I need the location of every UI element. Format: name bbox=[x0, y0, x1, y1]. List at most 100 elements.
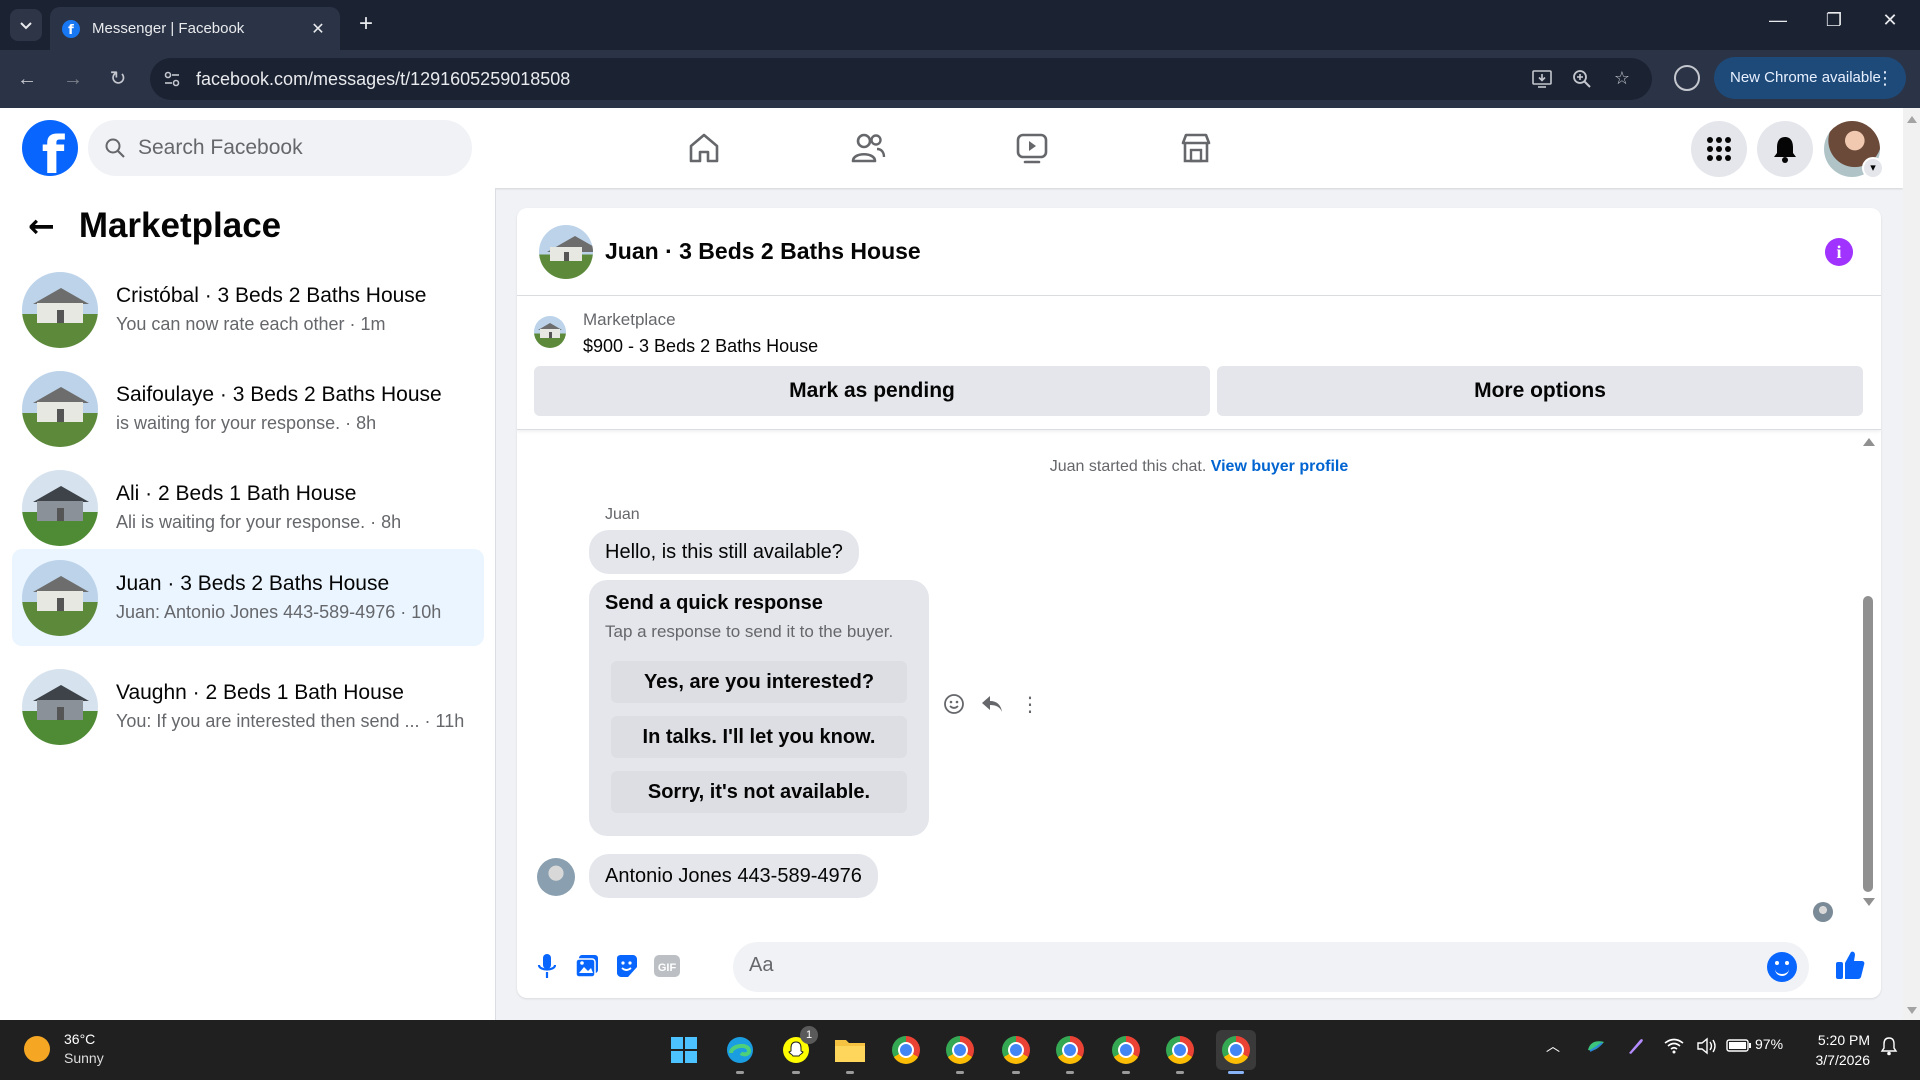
conversation-item-ali[interactable]: Ali · 2 Beds 1 Bath House Ali is waiting… bbox=[12, 459, 484, 556]
emoji-icon[interactable] bbox=[1767, 952, 1797, 982]
system-clock[interactable]: 5:20 PM 3/7/2026 bbox=[1800, 1030, 1871, 1070]
forward-button[interactable]: → bbox=[58, 64, 88, 94]
view-buyer-profile-link[interactable]: View buyer profile bbox=[1211, 458, 1349, 475]
taskbar-chrome-profile-4[interactable] bbox=[1106, 1030, 1146, 1074]
browser-tab-messenger[interactable]: f Messenger | Facebook ✕ bbox=[50, 7, 340, 50]
home-nav-icon[interactable] bbox=[682, 126, 726, 170]
taskbar-edge[interactable] bbox=[720, 1030, 760, 1074]
taskbar-chrome-profile-5[interactable] bbox=[1160, 1030, 1200, 1074]
quick-response-subtitle: Tap a response to send it to the buyer. bbox=[605, 622, 894, 641]
taskbar-chrome-profile-2[interactable] bbox=[996, 1030, 1036, 1074]
more-vert-icon: ⋮ bbox=[1876, 68, 1894, 88]
conversation-item-cristobal[interactable]: Cristóbal · 3 Beds 2 Baths House You can… bbox=[12, 261, 484, 358]
message-list: Juan started this chat. View buyer profi… bbox=[517, 430, 1881, 930]
react-emoji-icon[interactable] bbox=[942, 692, 966, 716]
conversation-item-saifoulaye[interactable]: Saifoulaye · 3 Beds 2 Baths House is wai… bbox=[12, 360, 484, 457]
video-nav-icon[interactable] bbox=[1010, 126, 1054, 170]
message-actions: ⋮ bbox=[942, 692, 1042, 716]
new-chrome-available-button[interactable]: New Chrome available ⋮ bbox=[1714, 57, 1906, 99]
conversation-preview: You: If you are interested then send ...… bbox=[116, 711, 465, 731]
quick-response-not-available[interactable]: Sorry, it's not available. bbox=[611, 771, 907, 813]
info-icon[interactable]: i bbox=[1825, 238, 1853, 266]
gif-icon[interactable]: GIF bbox=[653, 952, 681, 980]
notifications-button[interactable] bbox=[1757, 121, 1813, 177]
zoom-icon[interactable] bbox=[1570, 68, 1594, 92]
scroll-thumb[interactable] bbox=[1863, 596, 1873, 892]
chevron-down-icon bbox=[20, 22, 32, 30]
scroll-down-arrow-icon[interactable] bbox=[1907, 1007, 1917, 1014]
listing-price-title[interactable]: $900 - 3 Beds 2 Baths House bbox=[583, 336, 818, 357]
taskbar-file-explorer[interactable] bbox=[830, 1030, 870, 1074]
reply-icon[interactable] bbox=[980, 692, 1004, 716]
notification-settings-icon[interactable] bbox=[1880, 1036, 1898, 1059]
photo-icon[interactable] bbox=[573, 952, 601, 980]
sticker-icon[interactable] bbox=[613, 952, 641, 980]
taskbar-snapchat[interactable]: 1 bbox=[776, 1026, 818, 1074]
reload-button[interactable]: ↻ bbox=[103, 64, 133, 94]
menu-grid-button[interactable] bbox=[1691, 121, 1747, 177]
chrome-profile-icon[interactable] bbox=[1674, 65, 1700, 91]
clock-time: 5:20 PM bbox=[1817, 1032, 1870, 1048]
address-bar[interactable]: facebook.com/messages/t/1291605259018508… bbox=[150, 58, 1652, 100]
marketplace-nav-icon[interactable] bbox=[1174, 126, 1218, 170]
facebook-header: f ▾ bbox=[0, 108, 1903, 188]
conversation-item-vaughn[interactable]: Vaughn · 2 Beds 1 Bath House You: If you… bbox=[12, 658, 484, 755]
facebook-logo-icon[interactable]: f bbox=[22, 120, 78, 176]
wifi-icon[interactable] bbox=[1664, 1038, 1684, 1057]
taskbar-chrome[interactable] bbox=[886, 1030, 926, 1070]
mark-as-pending-button[interactable]: Mark as pending bbox=[534, 366, 1210, 416]
conversation-preview: is waiting for your response. · 8h bbox=[116, 413, 377, 433]
more-options-icon[interactable]: ⋮ bbox=[1018, 692, 1042, 716]
marketplace-label: Marketplace bbox=[583, 310, 676, 329]
pen-icon[interactable] bbox=[1626, 1036, 1646, 1059]
bookmark-star-icon[interactable]: ☆ bbox=[1610, 68, 1634, 92]
listing-thumbnail bbox=[22, 559, 98, 636]
folder-icon bbox=[835, 1040, 865, 1062]
close-window-button[interactable]: ✕ bbox=[1870, 10, 1910, 31]
tab-search-button[interactable] bbox=[10, 9, 42, 41]
copilot-icon[interactable] bbox=[1586, 1038, 1606, 1059]
chat-title[interactable]: Juan · 3 Beds 2 Baths House bbox=[605, 238, 921, 265]
back-button[interactable]: ← bbox=[12, 64, 42, 94]
tab-close-icon[interactable]: ✕ bbox=[308, 19, 328, 39]
quick-response-title: Send a quick response bbox=[605, 592, 823, 614]
tab-title: Messenger | Facebook bbox=[92, 20, 245, 37]
thumbs-up-icon[interactable] bbox=[1833, 948, 1867, 982]
scroll-down-arrow-icon[interactable] bbox=[1863, 898, 1875, 906]
new-tab-button[interactable]: + bbox=[352, 11, 380, 39]
taskbar-chrome-profile-6[interactable] bbox=[1216, 1030, 1256, 1074]
conversation-item-juan[interactable]: Juan · 3 Beds 2 Baths House Juan: Antoni… bbox=[12, 549, 484, 646]
sender-avatar[interactable] bbox=[537, 858, 575, 896]
quick-response-in-talks[interactable]: In talks. I'll let you know. bbox=[611, 716, 907, 758]
more-options-button[interactable]: More options bbox=[1217, 366, 1863, 416]
scroll-up-arrow-icon[interactable] bbox=[1863, 438, 1875, 446]
volume-icon[interactable] bbox=[1696, 1037, 1718, 1058]
account-avatar[interactable]: ▾ bbox=[1824, 121, 1884, 179]
taskbar-chrome-profile-3[interactable] bbox=[1050, 1030, 1090, 1074]
show-hidden-icons-chevron-icon[interactable]: ︿ bbox=[1546, 1036, 1560, 1056]
start-button[interactable] bbox=[664, 1030, 704, 1070]
minimize-button[interactable]: — bbox=[1758, 10, 1798, 31]
message-bubble[interactable]: Hello, is this still available? bbox=[589, 530, 859, 574]
restore-button[interactable]: ❐ bbox=[1814, 10, 1854, 31]
taskbar-chrome-profile-1[interactable] bbox=[940, 1030, 980, 1074]
facebook-search-box[interactable] bbox=[88, 120, 472, 176]
friends-nav-icon[interactable] bbox=[846, 126, 890, 170]
scroll-up-arrow-icon[interactable] bbox=[1907, 116, 1917, 123]
microphone-icon[interactable] bbox=[533, 952, 561, 980]
install-app-icon[interactable] bbox=[1530, 68, 1554, 92]
back-arrow-icon[interactable]: ← bbox=[28, 207, 55, 245]
sidebar-header: ← Marketplace bbox=[28, 206, 281, 246]
chat-scrollbar[interactable] bbox=[1861, 430, 1875, 910]
weather-widget[interactable]: 36°C Sunny bbox=[24, 1030, 104, 1068]
message-input[interactable] bbox=[749, 954, 1729, 977]
search-icon bbox=[105, 138, 125, 158]
quick-response-yes[interactable]: Yes, are you interested? bbox=[611, 661, 907, 703]
chat-listing-thumbnail[interactable] bbox=[539, 224, 593, 279]
message-input-wrapper bbox=[733, 942, 1809, 992]
search-input[interactable] bbox=[138, 136, 438, 160]
site-info-icon[interactable] bbox=[162, 69, 182, 89]
page-scrollbar[interactable] bbox=[1903, 108, 1920, 1020]
battery-icon[interactable] bbox=[1726, 1037, 1752, 1056]
message-bubble[interactable]: Antonio Jones 443-589-4976 bbox=[589, 854, 878, 898]
